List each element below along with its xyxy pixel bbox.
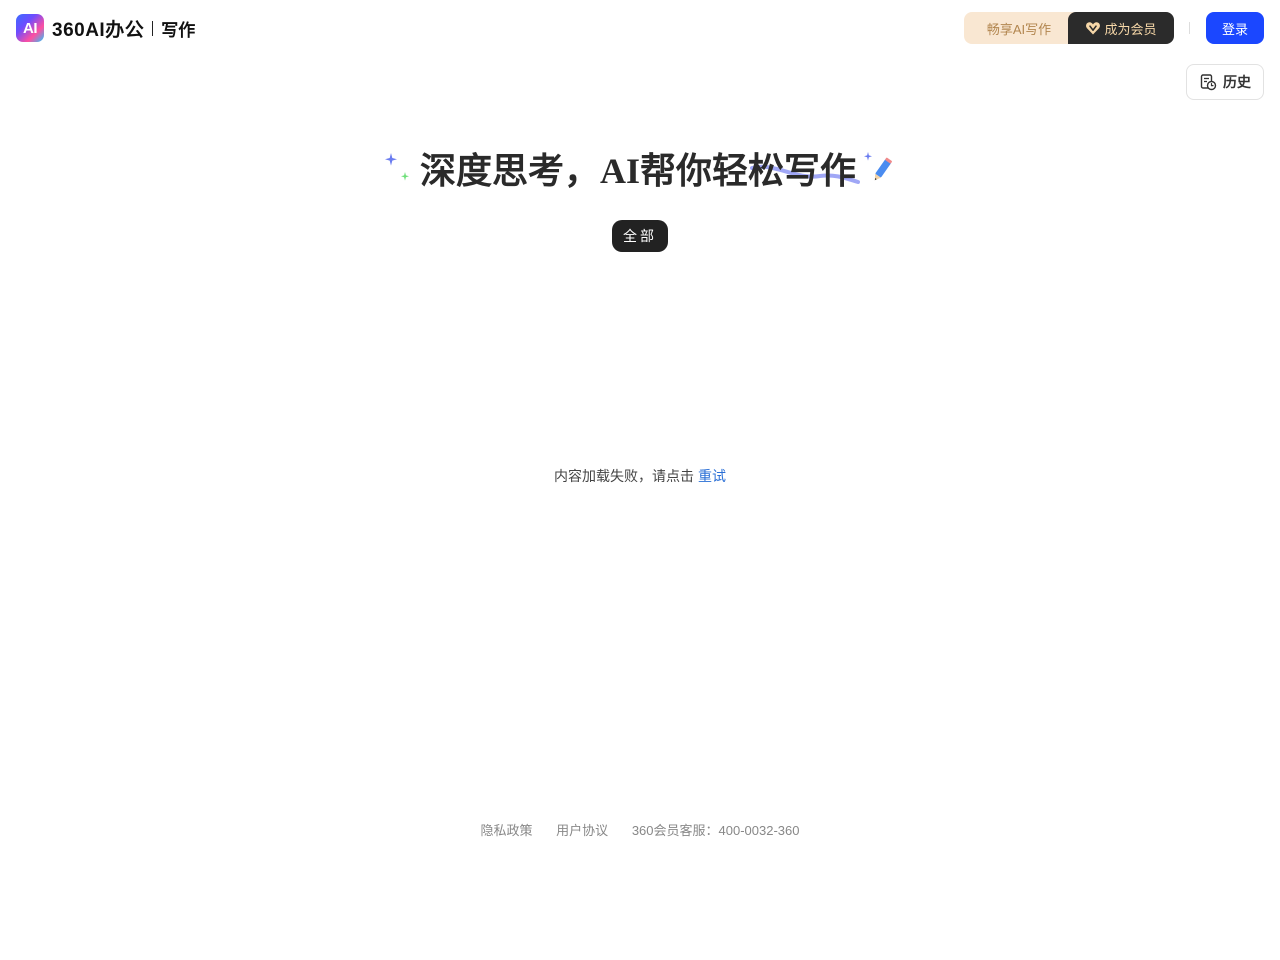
become-member-label: 成为会员 [1104, 21, 1157, 37]
top-header: AI 360AI办公 写作 畅享AI写作 成为会员 登录 [0, 0, 1280, 56]
history-button[interactable]: 历史 [1186, 64, 1264, 100]
sparkle-left-icon [384, 153, 409, 181]
footer: 隐私政策 用户协议 360会员客服：400-0032-360 [0, 820, 1280, 839]
pencil-sparkle-icon [864, 152, 892, 181]
load-error-message: 内容加载失败，请点击 重试 [0, 466, 1280, 486]
retry-link[interactable]: 重试 [698, 468, 726, 484]
history-label: 历史 [1223, 74, 1251, 90]
customer-service-text: 360会员客服：400-0032-360 [631, 823, 800, 838]
page-title: 深度思考，AI帮你轻松写作 [419, 151, 856, 191]
hero-title-wrap: 深度思考，AI帮你轻松写作 [384, 142, 896, 194]
privacy-policy-link[interactable]: 隐私政策 [481, 823, 533, 838]
become-member-button[interactable]: 成为会员 [1068, 12, 1174, 44]
page: AI 360AI办公 写作 畅享AI写作 成为会员 登录 历史 深度思考，AI帮… [0, 0, 1280, 960]
login-button[interactable]: 登录 [1206, 12, 1264, 44]
user-agreement-link[interactable]: 用户协议 [556, 823, 608, 838]
logo-badge-icon: AI [16, 14, 44, 42]
enjoy-ai-writing-button[interactable]: 畅享AI写作 [964, 12, 1074, 44]
header-divider [1189, 22, 1190, 34]
vip-heart-icon [1086, 22, 1101, 35]
vip-promo-group: 畅享AI写作 成为会员 [964, 12, 1174, 44]
logo-product-text: 写作 [161, 20, 196, 40]
error-text: 内容加载失败，请点击 [554, 468, 694, 484]
logo[interactable]: AI 360AI办公 写作 [16, 13, 195, 43]
history-icon [1200, 74, 1217, 91]
logo-divider [152, 20, 154, 36]
logo-brand-text: 360AI办公 [52, 19, 145, 41]
filter-all-tab[interactable]: 全部 [612, 220, 668, 252]
hero-section: 深度思考，AI帮你轻松写作 [0, 140, 1280, 196]
